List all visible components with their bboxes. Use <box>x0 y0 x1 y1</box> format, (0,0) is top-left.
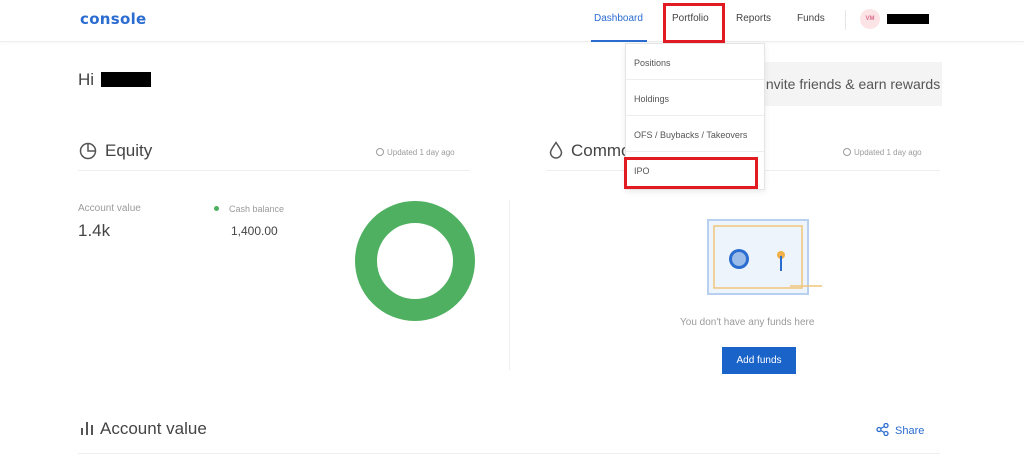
clock-icon <box>843 148 851 156</box>
nav-dashboard[interactable]: Dashboard <box>594 13 643 24</box>
portfolio-highlight-box <box>663 3 725 43</box>
menu-item-positions[interactable]: Positions <box>634 58 671 68</box>
nav-funds[interactable]: Funds <box>797 13 825 24</box>
nav-divider <box>845 10 846 30</box>
account-value-divider <box>78 453 940 454</box>
account-value-label: Account value <box>78 203 141 214</box>
card-separator <box>509 200 510 370</box>
redacted-username[interactable] <box>887 14 929 24</box>
redacted-user-name <box>101 72 151 87</box>
share-label[interactable]: Share <box>895 425 924 437</box>
commodity-updated-text: Updated 1 day ago <box>854 148 922 157</box>
console-logo[interactable]: console <box>80 10 147 28</box>
greeting-text: Hi <box>78 70 95 89</box>
equity-updated-text: Updated 1 day ago <box>387 148 455 157</box>
donut-ring-cash-balance <box>355 201 475 321</box>
share-icon <box>876 423 889 436</box>
equity-divider <box>78 170 470 171</box>
pie-chart-icon <box>79 142 97 160</box>
clock-icon <box>376 148 384 156</box>
empty-funds-illustration <box>707 219 822 295</box>
cash-balance-legend-dot <box>214 206 219 211</box>
nav-reports[interactable]: Reports <box>736 13 771 24</box>
equity-donut-chart <box>355 201 475 321</box>
equity-updated-status: Updated 1 day ago <box>376 148 455 157</box>
bar-chart-icon <box>81 422 93 435</box>
menu-separator <box>626 151 764 152</box>
user-avatar[interactable]: VM <box>860 9 880 29</box>
top-header: console Dashboard Portfolio Reports Fund… <box>0 0 1024 42</box>
equity-title: Equity <box>105 141 153 160</box>
share-button[interactable]: Share <box>876 423 924 437</box>
account-value-section-title: Account value <box>100 419 207 438</box>
add-funds-button[interactable]: Add funds <box>722 347 796 374</box>
account-value: 1.4k <box>78 221 111 240</box>
menu-separator <box>626 115 764 116</box>
menu-separator <box>626 79 764 80</box>
cash-balance-value: 1,400.00 <box>231 224 278 238</box>
active-nav-indicator <box>591 40 647 42</box>
cash-balance-label: Cash balance <box>229 204 285 214</box>
empty-funds-message: You don't have any funds here <box>680 317 815 328</box>
menu-item-ofs-buybacks-takeovers[interactable]: OFS / Buybacks / Takeovers <box>634 130 747 140</box>
invite-banner-text[interactable]: Invite friends & earn rewards <box>762 76 940 92</box>
ipo-highlight-box <box>624 157 758 189</box>
drop-icon <box>549 141 563 159</box>
commodity-updated-status: Updated 1 day ago <box>843 148 922 157</box>
menu-item-holdings[interactable]: Holdings <box>634 94 669 104</box>
